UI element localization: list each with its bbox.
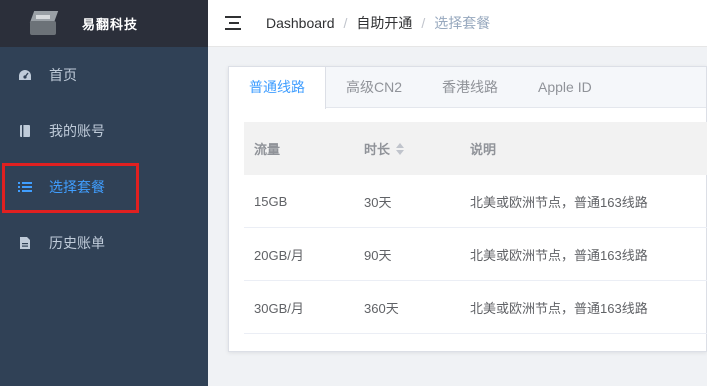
plan-table: 流量 时长 说明 15GB 30天 北美或欧洲节点，普通163线路 20GB/月… <box>244 122 707 334</box>
tab-standard-line[interactable]: 普通线路 <box>229 67 326 109</box>
cell-traffic: 30GB/月 <box>254 300 304 316</box>
table-row[interactable]: 30GB/月 360天 北美或欧洲节点，普通163线路 <box>244 281 707 334</box>
cell-duration: 30天 <box>364 194 392 210</box>
table-row[interactable]: 15GB 30天 北美或欧洲节点，普通163线路 <box>244 175 707 228</box>
breadcrumb-item[interactable]: Dashboard <box>266 15 335 31</box>
book-icon <box>18 124 32 138</box>
sidebar-item-account[interactable]: 我的账号 <box>0 103 208 159</box>
tab-apple-id[interactable]: Apple ID <box>518 67 612 107</box>
sidebar-item-home[interactable]: 首页 <box>0 47 208 103</box>
tab-hongkong-line[interactable]: 香港线路 <box>422 67 518 107</box>
sidebar: 易翻科技 首页 我的账号 选择套餐 历史账单 <box>0 0 208 386</box>
cell-duration: 360天 <box>364 300 399 316</box>
brand[interactable]: 易翻科技 <box>0 0 208 47</box>
breadcrumb-item[interactable]: 自助开通 <box>356 13 412 33</box>
sidebar-item-label: 历史账单 <box>49 235 105 251</box>
column-header-label: 时长 <box>364 142 391 157</box>
cell-description: 北美或欧洲节点，普通163线路 <box>470 247 648 263</box>
column-header-duration[interactable]: 时长 <box>353 139 461 158</box>
breadcrumb-separator: / <box>343 15 348 31</box>
column-header-description: 说明 <box>470 142 497 157</box>
cell-description: 北美或欧洲节点，普通163线路 <box>470 300 648 316</box>
table-header: 流量 时长 说明 <box>244 122 707 175</box>
plan-card: 普通线路 高级CN2 香港线路 Apple ID 流量 时长 说明 15GB 3… <box>228 66 707 352</box>
document-icon <box>18 236 32 250</box>
table-row[interactable]: 20GB/月 90天 北美或欧洲节点，普通163线路 <box>244 228 707 281</box>
sidebar-menu: 首页 我的账号 选择套餐 历史账单 <box>0 47 208 271</box>
sidebar-item-history[interactable]: 历史账单 <box>0 215 208 271</box>
menu-toggle-icon[interactable] <box>225 16 241 30</box>
dashboard-icon <box>18 68 32 82</box>
tab-bar: 普通线路 高级CN2 香港线路 Apple ID <box>229 67 706 109</box>
cell-traffic: 15GB <box>254 193 288 209</box>
breadcrumb-separator: / <box>421 15 426 31</box>
logo-icon <box>28 9 60 39</box>
tab-premium-cn2[interactable]: 高级CN2 <box>326 67 422 107</box>
cell-description: 北美或欧洲节点，普通163线路 <box>470 194 648 210</box>
brand-title: 易翻科技 <box>82 17 139 32</box>
highlight-box <box>2 163 139 213</box>
breadcrumb: Dashboard / 自助开通 / 选择套餐 <box>266 13 490 33</box>
sort-icon[interactable] <box>396 142 405 155</box>
breadcrumb-current: 选择套餐 <box>434 15 491 31</box>
cell-traffic: 20GB/月 <box>254 247 304 263</box>
column-header-traffic: 流量 <box>254 142 281 157</box>
header: Dashboard / 自助开通 / 选择套餐 <box>208 0 707 47</box>
sidebar-item-label: 首页 <box>49 67 77 83</box>
cell-duration: 90天 <box>364 247 392 263</box>
sidebar-item-label: 我的账号 <box>49 123 105 139</box>
